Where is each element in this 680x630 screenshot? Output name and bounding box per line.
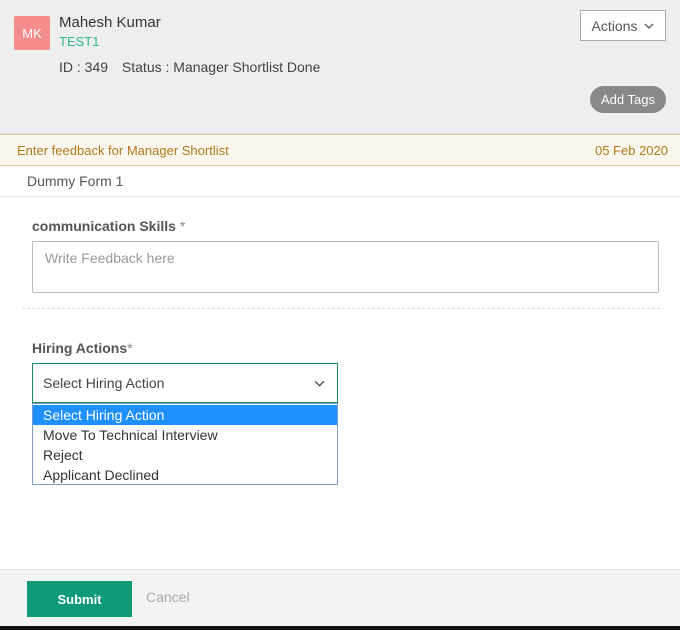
dropdown-option[interactable]: Move To Technical Interview: [33, 425, 337, 445]
section-divider: [22, 308, 660, 309]
required-mark: *: [175, 218, 186, 234]
feedback-prompt: Enter feedback for Manager Shortlist: [17, 142, 229, 158]
bottom-edge: [0, 626, 680, 630]
dropdown-option[interactable]: Reject: [33, 445, 337, 465]
dropdown-option[interactable]: Select Hiring Action: [33, 405, 337, 425]
actions-label: Actions: [591, 17, 638, 34]
actions-button[interactable]: Actions: [580, 10, 666, 41]
candidate-meta: ID : 349 Status : Manager Shortlist Done: [59, 59, 320, 75]
hiring-actions-label: Hiring Actions*: [32, 340, 133, 356]
communication-skills-label: communication Skills *: [32, 218, 185, 234]
hiring-actions-label-text: Hiring Actions: [32, 340, 128, 356]
communication-skills-label-text: communication Skills: [32, 218, 176, 234]
add-tags-button[interactable]: Add Tags: [590, 86, 666, 113]
required-mark: *: [127, 340, 133, 356]
hiring-action-selected-value: Select Hiring Action: [43, 375, 165, 391]
feedback-date: 05 Feb 2020: [594, 142, 668, 158]
candidate-header: MK Mahesh Kumar TEST1 ID : 349 Status : …: [0, 0, 680, 134]
avatar: MK: [14, 16, 50, 50]
hiring-action-dropdown: Select Hiring Action Move To Technical I…: [32, 403, 338, 485]
candidate-id: ID : 349: [59, 59, 109, 75]
chevron-down-icon: [644, 22, 654, 29]
submit-button[interactable]: Submit: [27, 581, 132, 617]
dropdown-option[interactable]: Applicant Declined: [33, 465, 337, 485]
candidate-code: TEST1: [59, 34, 100, 49]
communication-feedback-input[interactable]: [32, 241, 659, 293]
hiring-action-select[interactable]: Select Hiring Action: [32, 363, 338, 403]
form-footer: Submit Cancel: [0, 569, 680, 630]
candidate-status: Status : Manager Shortlist Done: [121, 59, 321, 75]
chevron-down-icon: [314, 380, 325, 387]
cancel-button[interactable]: Cancel: [146, 589, 190, 605]
candidate-name: Mahesh Kumar: [59, 14, 161, 31]
feedback-strip: Enter feedback for Manager Shortlist 05 …: [0, 134, 680, 166]
form-title: Dummy Form 1: [0, 166, 680, 197]
